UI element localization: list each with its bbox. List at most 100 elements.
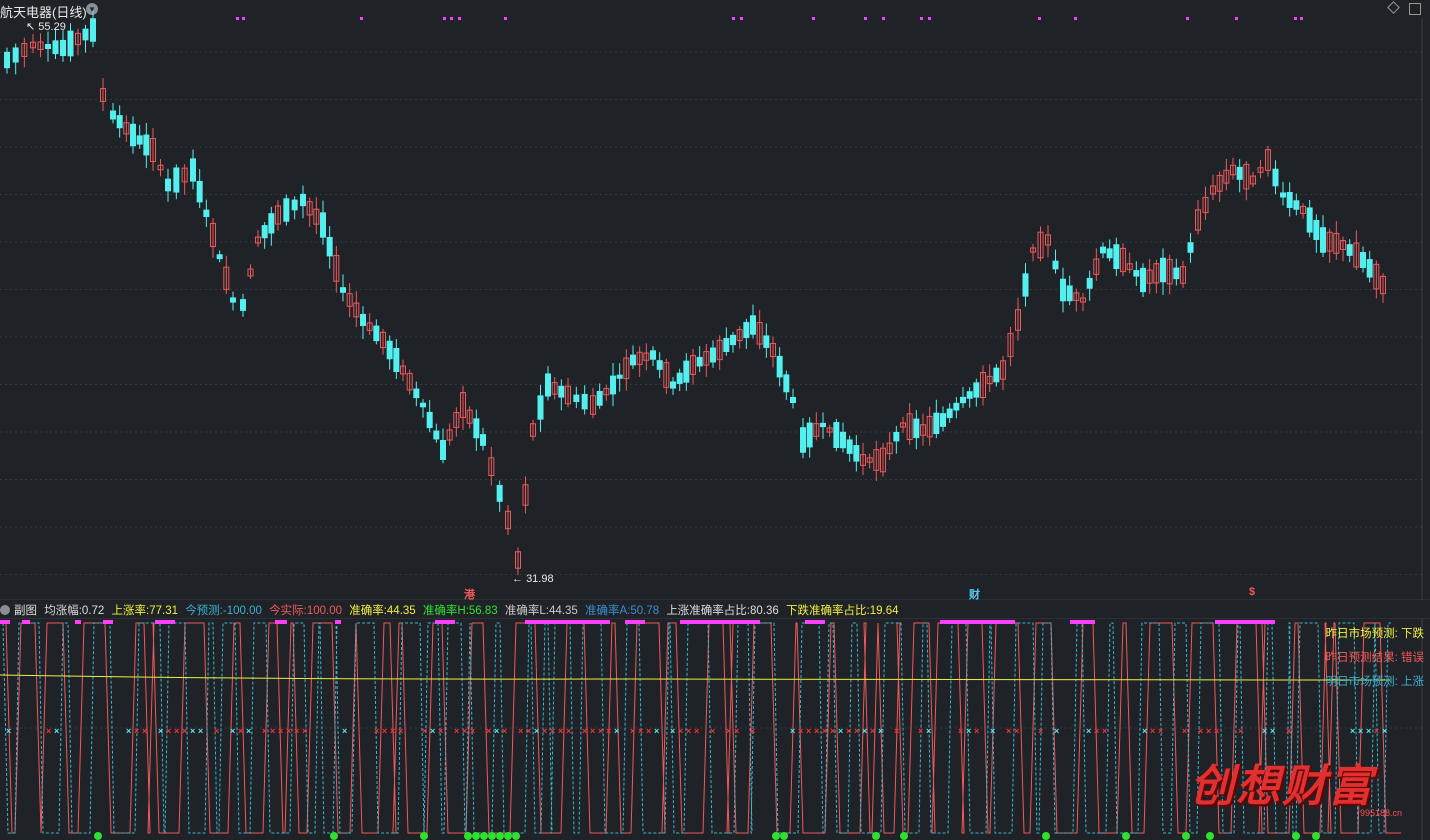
cross-marker: ×	[614, 726, 619, 736]
cross-marker: ×	[486, 726, 491, 736]
candle-body	[1100, 246, 1106, 254]
sub-section-label[interactable]: 副图	[14, 605, 37, 617]
candlestick-chart[interactable]	[0, 0, 1430, 600]
candle-body	[656, 360, 663, 370]
candle-body	[136, 135, 143, 145]
signal-dot	[1300, 17, 1303, 20]
signal-dot	[928, 17, 931, 20]
cross-marker: ×	[1054, 726, 1059, 736]
candle-body	[650, 350, 656, 360]
bottom-dot	[1042, 832, 1050, 840]
signal-dot	[1294, 17, 1297, 20]
cross-marker: ×	[974, 726, 979, 736]
candle-body	[913, 418, 920, 439]
candle-body	[960, 396, 966, 404]
bottom-dot	[780, 832, 788, 840]
legend-yesterday-result: 昨日预测结果: 错误	[1325, 652, 1424, 664]
candle-body	[82, 28, 89, 41]
avg-value: 0.72	[81, 605, 105, 617]
candle-body	[1106, 248, 1113, 259]
cross-marker: ×	[1366, 726, 1371, 736]
cross-marker: ×	[1270, 726, 1275, 736]
candle-body	[573, 394, 580, 403]
candle-body	[60, 39, 66, 57]
cross-marker: ×	[190, 726, 195, 736]
candle-body	[676, 372, 683, 384]
cross-marker: ×	[638, 726, 643, 736]
cross-marker: ×	[1182, 726, 1187, 736]
cross-marker: ×	[1238, 726, 1243, 736]
cross-marker: ×	[918, 726, 923, 736]
candle-body	[203, 209, 210, 218]
cross-marker: ×	[590, 726, 595, 736]
signal-dot	[1038, 17, 1041, 20]
top-band	[22, 620, 30, 624]
candle-body	[1173, 267, 1180, 280]
cross-marker: ×	[6, 726, 11, 736]
cross-marker: ×	[1014, 726, 1019, 736]
candle-body	[946, 408, 953, 419]
top-band	[940, 620, 1015, 624]
candle-body	[413, 388, 420, 399]
cross-marker: ×	[814, 726, 819, 736]
candle-body	[1160, 257, 1166, 283]
candle-body	[853, 445, 860, 462]
cross-marker: ×	[1198, 726, 1203, 736]
bottom-dot	[1292, 832, 1300, 840]
candle-body	[616, 374, 623, 379]
candle-body	[300, 193, 306, 207]
candle-body	[1140, 267, 1146, 293]
candle-body	[420, 402, 426, 408]
gear-icon[interactable]	[0, 605, 10, 615]
top-band	[103, 620, 113, 624]
candle-body	[776, 355, 783, 378]
top-band	[0, 620, 10, 624]
signal-dot	[236, 17, 239, 20]
candle-body	[1280, 192, 1286, 198]
candle-body	[67, 30, 74, 57]
cross-marker: ×	[926, 726, 931, 736]
candle-body	[683, 360, 690, 383]
candle-body	[1320, 227, 1326, 253]
cross-marker: ×	[686, 726, 691, 736]
bottom-dot	[504, 832, 512, 840]
cross-marker: ×	[390, 726, 395, 736]
candle-body	[143, 134, 150, 156]
top-band	[625, 620, 645, 624]
cross-marker: ×	[182, 726, 187, 736]
cross-marker: ×	[790, 726, 795, 736]
candle-body	[433, 430, 440, 440]
candle-body	[326, 236, 333, 257]
candle-body	[268, 213, 275, 234]
high-price-value: 55.29	[38, 21, 66, 33]
acc-l-label: 准确率L:	[504, 605, 549, 617]
candle-body	[261, 225, 268, 239]
candle-body	[165, 178, 171, 192]
candle-body	[90, 18, 96, 42]
candle-body	[1306, 207, 1313, 233]
candle-body	[993, 367, 1000, 383]
cross-marker: ×	[166, 726, 171, 736]
candle-body	[373, 325, 380, 342]
bottom-dot	[1206, 832, 1214, 840]
candle-body	[840, 431, 846, 449]
candle-body	[360, 313, 366, 327]
candle-body	[723, 338, 730, 352]
bottom-dot	[330, 832, 338, 840]
cross-marker: ×	[470, 726, 475, 736]
top-band	[525, 620, 610, 624]
top-band	[1215, 620, 1275, 624]
cross-marker: ×	[230, 726, 235, 736]
legend-tomorrow-pred: 明日市场预测: 上涨	[1325, 676, 1424, 688]
bottom-dot	[1312, 832, 1320, 840]
candle-body	[110, 110, 116, 120]
candle-body	[426, 411, 433, 429]
candle-body	[1346, 244, 1353, 256]
cross-marker: ×	[374, 726, 379, 736]
signal-dot	[740, 17, 743, 20]
cross-marker: ×	[1358, 726, 1363, 736]
today-pred-value: -100.00	[222, 605, 262, 617]
down-share-label: 下跌准确率占比:	[786, 605, 870, 617]
cross-marker: ×	[1038, 726, 1043, 736]
cross-marker: ×	[726, 726, 731, 736]
